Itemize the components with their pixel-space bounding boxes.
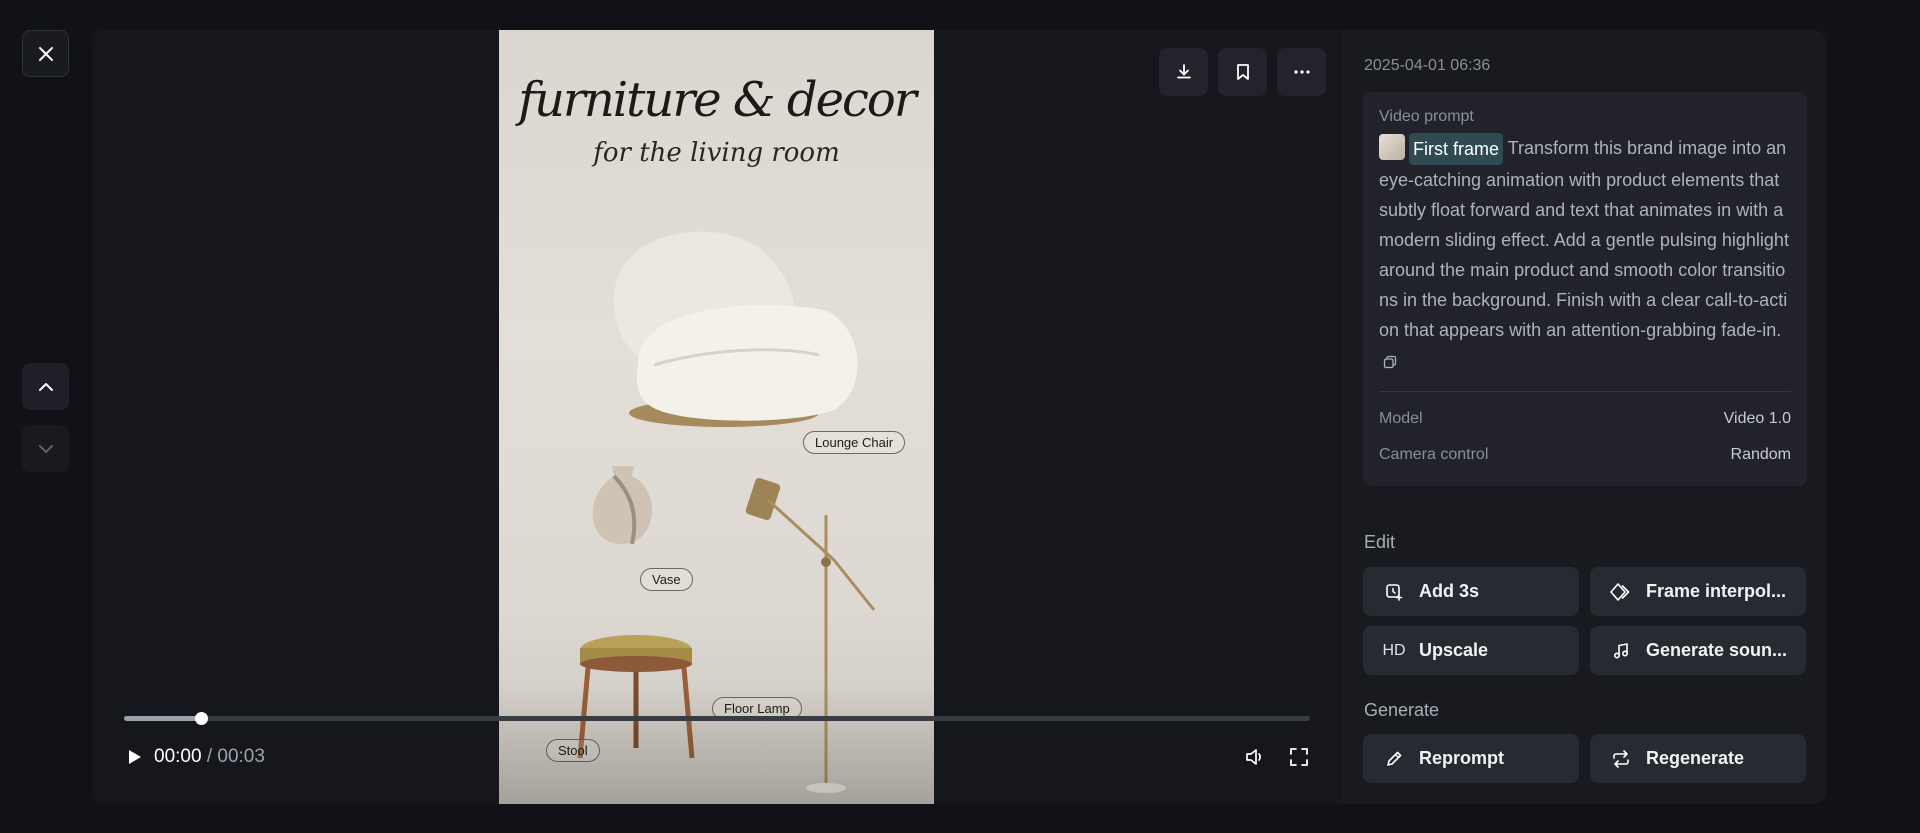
video-frame[interactable]: furniture & decor for the living room Lo… xyxy=(499,30,934,804)
regenerate-label: Regenerate xyxy=(1646,748,1745,768)
pencil-icon xyxy=(1387,751,1402,766)
lounge-chair-label: Lounge Chair xyxy=(803,431,906,454)
prompt-text-block: First frame Transform this brand image i… xyxy=(1379,133,1791,375)
more-button[interactable] xyxy=(1277,48,1326,96)
generate-sound-label: Generate soun... xyxy=(1646,640,1788,660)
copy-icon[interactable] xyxy=(1383,355,1397,369)
progress-fill xyxy=(124,716,202,721)
time-display: 00:00 / 00:03 xyxy=(154,746,265,768)
time-separator: / xyxy=(206,746,213,767)
meta-value: Random xyxy=(1730,446,1791,464)
detail-panel: 2025-04-01 06:36 Video prompt First fram… xyxy=(1342,30,1826,804)
download-icon xyxy=(1176,64,1191,79)
play-icon[interactable] xyxy=(124,747,144,767)
upscale-label: Upscale xyxy=(1419,640,1489,660)
vase-label: Vase xyxy=(640,568,693,591)
fullscreen-icon[interactable] xyxy=(1288,746,1310,768)
volume-icon[interactable] xyxy=(1244,746,1266,768)
meta-row-camera: Camera control Random xyxy=(1379,446,1791,464)
more-icon xyxy=(1293,70,1310,74)
player-controls: 00:00 / 00:03 xyxy=(124,742,1310,772)
meta-value: Video 1.0 xyxy=(1723,410,1791,428)
first-frame-thumbnail xyxy=(1379,134,1405,161)
bookmark-icon xyxy=(1236,64,1249,80)
duration-time: 00:03 xyxy=(217,746,265,767)
video-subtitle-text: for the living room xyxy=(593,138,840,168)
reprompt-button[interactable]: Reprompt xyxy=(1363,734,1579,783)
add-3s-label: Add 3s xyxy=(1419,581,1480,601)
close-icon xyxy=(38,46,53,61)
regenerate-icon xyxy=(1613,749,1629,768)
music-note-icon xyxy=(1613,642,1629,659)
meta-key: Camera control xyxy=(1379,446,1489,464)
current-time: 00:00 xyxy=(154,746,202,767)
video-title-text: furniture & decor xyxy=(518,72,917,128)
prompt-divider xyxy=(1379,391,1791,393)
vase-image xyxy=(592,466,653,545)
video-viewer: furniture & decor for the living room Lo… xyxy=(92,30,1342,804)
add-3s-button[interactable]: Add 3s xyxy=(1363,567,1579,616)
frame-interpolation-label: Frame interpol... xyxy=(1646,581,1787,601)
progress-bar[interactable] xyxy=(124,712,1310,725)
reprompt-label: Reprompt xyxy=(1419,748,1504,768)
next-button[interactable] xyxy=(22,425,69,472)
prompt-label: Video prompt xyxy=(1379,108,1474,125)
created-date: 2025-04-01 06:36 xyxy=(1364,57,1491,74)
upscale-button[interactable]: HD Upscale xyxy=(1363,626,1579,675)
add-time-icon xyxy=(1386,583,1403,601)
meta-row-model: Model Video 1.0 xyxy=(1379,410,1791,428)
download-button[interactable] xyxy=(1159,48,1208,96)
generate-sound-button[interactable]: Generate soun... xyxy=(1590,626,1806,675)
hd-icon: HD xyxy=(1382,641,1406,659)
prompt-text: Transform this brand image into an eye-c… xyxy=(1379,138,1789,341)
lounge-chair-image xyxy=(613,231,858,427)
first-frame-chip[interactable]: First frame xyxy=(1379,133,1504,166)
frame-interpolation-button[interactable]: Frame interpol... xyxy=(1590,567,1806,616)
chevron-down-icon xyxy=(38,444,53,453)
regenerate-button[interactable]: Regenerate xyxy=(1590,734,1806,783)
previous-button[interactable] xyxy=(22,363,69,410)
progress-knob[interactable] xyxy=(195,712,209,725)
diamond-icon xyxy=(1610,582,1630,601)
prompt-card: Video prompt First frame Transform this … xyxy=(1363,92,1807,486)
first-frame-label: First frame xyxy=(1409,133,1504,166)
close-button[interactable] xyxy=(22,30,69,77)
meta-key: Model xyxy=(1379,410,1423,428)
bookmark-button[interactable] xyxy=(1218,48,1267,96)
chevron-up-icon xyxy=(38,382,53,391)
generate-section-title: Generate xyxy=(1364,700,1440,720)
video-actions xyxy=(1159,48,1326,96)
edit-section-title: Edit xyxy=(1364,532,1396,552)
